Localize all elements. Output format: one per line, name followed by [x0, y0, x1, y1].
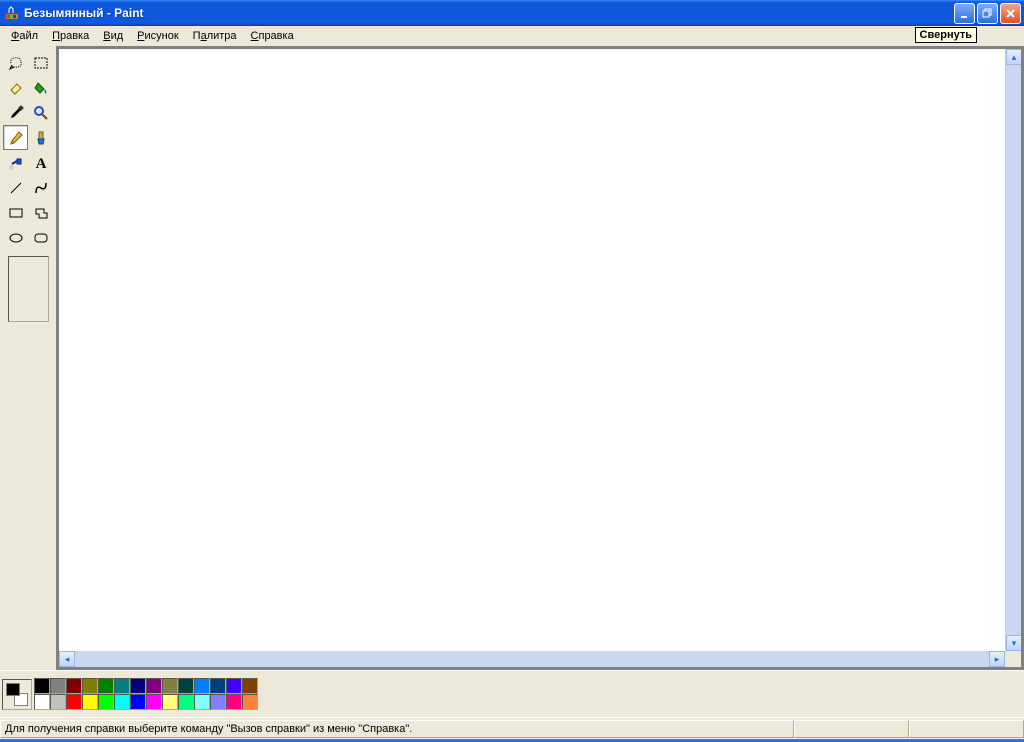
color-swatch-24[interactable] — [194, 694, 210, 710]
eyedropper-icon — [8, 105, 24, 121]
rect-select-icon — [33, 55, 49, 71]
window-title: Безымянный - Paint — [24, 6, 954, 20]
tool-rectangle[interactable] — [3, 200, 28, 225]
color-swatch-2[interactable] — [66, 678, 82, 694]
color-box — [0, 670, 1024, 717]
tool-airbrush[interactable] — [3, 150, 28, 175]
color-swatch-13[interactable] — [242, 678, 258, 694]
tool-rect-select[interactable] — [28, 50, 53, 75]
tool-brush[interactable] — [28, 125, 53, 150]
color-swatch-23[interactable] — [178, 694, 194, 710]
text-icon: A — [33, 155, 49, 171]
color-swatch-8[interactable] — [162, 678, 178, 694]
tool-ellipse[interactable] — [3, 225, 28, 250]
color-swatch-18[interactable] — [98, 694, 114, 710]
hscroll-track[interactable] — [75, 651, 989, 667]
minimize-button[interactable] — [954, 3, 975, 24]
polygon-icon — [33, 205, 49, 221]
free-select-icon — [8, 55, 24, 71]
foreground-color[interactable] — [6, 683, 20, 696]
tool-line[interactable] — [3, 175, 28, 200]
menu-palette[interactable]: Палитра — [186, 28, 244, 44]
color-swatch-11[interactable] — [210, 678, 226, 694]
menu-view[interactable]: Вид — [96, 28, 130, 44]
color-palette — [34, 678, 258, 710]
tool-fill[interactable] — [28, 75, 53, 100]
tool-polygon[interactable] — [28, 200, 53, 225]
tool-eyedropper[interactable] — [3, 100, 28, 125]
scroll-down-button[interactable]: ▾ — [1006, 635, 1021, 651]
rounded-rect-icon — [33, 230, 49, 246]
menu-image[interactable]: Рисунок — [130, 28, 186, 44]
menu-bar: Файл Правка Вид Рисунок Палитра Справка — [0, 26, 1024, 46]
close-button[interactable] — [1000, 3, 1021, 24]
color-swatch-19[interactable] — [114, 694, 130, 710]
menu-help[interactable]: Справка — [244, 28, 301, 44]
rectangle-icon — [8, 205, 24, 221]
canvas[interactable] — [59, 49, 1005, 651]
tool-zoom[interactable] — [28, 100, 53, 125]
color-swatch-10[interactable] — [194, 678, 210, 694]
scroll-right-button[interactable]: ▸ — [989, 651, 1005, 667]
status-text: Для получения справки выберите команду "… — [0, 720, 794, 738]
eraser-icon — [8, 80, 24, 96]
title-bar: Безымянный - Paint Свернуть — [0, 0, 1024, 26]
color-swatch-1[interactable] — [50, 678, 66, 694]
scroll-left-button[interactable]: ◂ — [59, 651, 75, 667]
pencil-icon — [8, 130, 24, 146]
color-swatch-14[interactable] — [34, 694, 50, 710]
color-swatch-6[interactable] — [130, 678, 146, 694]
color-swatch-16[interactable] — [66, 694, 82, 710]
color-swatch-26[interactable] — [226, 694, 242, 710]
curve-icon — [33, 180, 49, 196]
tool-pencil[interactable] — [3, 125, 28, 150]
color-swatch-21[interactable] — [146, 694, 162, 710]
tool-curve[interactable] — [28, 175, 53, 200]
tool-eraser[interactable] — [3, 75, 28, 100]
color-swatch-20[interactable] — [130, 694, 146, 710]
tool-rounded-rect[interactable] — [28, 225, 53, 250]
tool-free-select[interactable] — [3, 50, 28, 75]
tool-text[interactable]: A — [28, 150, 53, 175]
status-coords-1 — [794, 720, 909, 738]
status-bar: Для получения справки выберите команду "… — [0, 717, 1024, 739]
canvas-area[interactable] — [59, 49, 1005, 651]
restore-button[interactable] — [977, 3, 998, 24]
color-swatch-5[interactable] — [114, 678, 130, 694]
color-swatch-3[interactable] — [82, 678, 98, 694]
minimize-tooltip: Свернуть — [915, 27, 977, 43]
menu-file[interactable]: Файл — [4, 28, 45, 44]
line-icon — [8, 180, 24, 196]
vscroll-track[interactable] — [1006, 65, 1021, 635]
tool-options — [8, 256, 49, 322]
zoom-icon — [33, 105, 49, 121]
scroll-up-button[interactable]: ▴ — [1006, 49, 1021, 65]
ellipse-icon — [8, 230, 24, 246]
app-icon — [4, 5, 20, 21]
fill-icon — [33, 80, 49, 96]
status-coords-2 — [909, 720, 1024, 738]
color-swatch-0[interactable] — [34, 678, 50, 694]
color-swatch-12[interactable] — [226, 678, 242, 694]
color-swatch-17[interactable] — [82, 694, 98, 710]
color-swatch-25[interactable] — [210, 694, 226, 710]
color-swatch-15[interactable] — [50, 694, 66, 710]
color-swatch-7[interactable] — [146, 678, 162, 694]
vertical-scrollbar[interactable]: ▴ ▾ — [1005, 49, 1021, 651]
toolbox: A — [0, 46, 56, 670]
horizontal-scrollbar[interactable]: ◂ ▸ — [59, 651, 1005, 667]
menu-edit[interactable]: Правка — [45, 28, 96, 44]
airbrush-icon — [8, 155, 24, 171]
color-indicator[interactable] — [2, 679, 32, 710]
scroll-corner — [1005, 651, 1021, 667]
color-swatch-4[interactable] — [98, 678, 114, 694]
svg-text:A: A — [35, 156, 46, 171]
color-swatch-9[interactable] — [178, 678, 194, 694]
brush-icon — [33, 130, 49, 146]
color-swatch-27[interactable] — [242, 694, 258, 710]
color-swatch-22[interactable] — [162, 694, 178, 710]
